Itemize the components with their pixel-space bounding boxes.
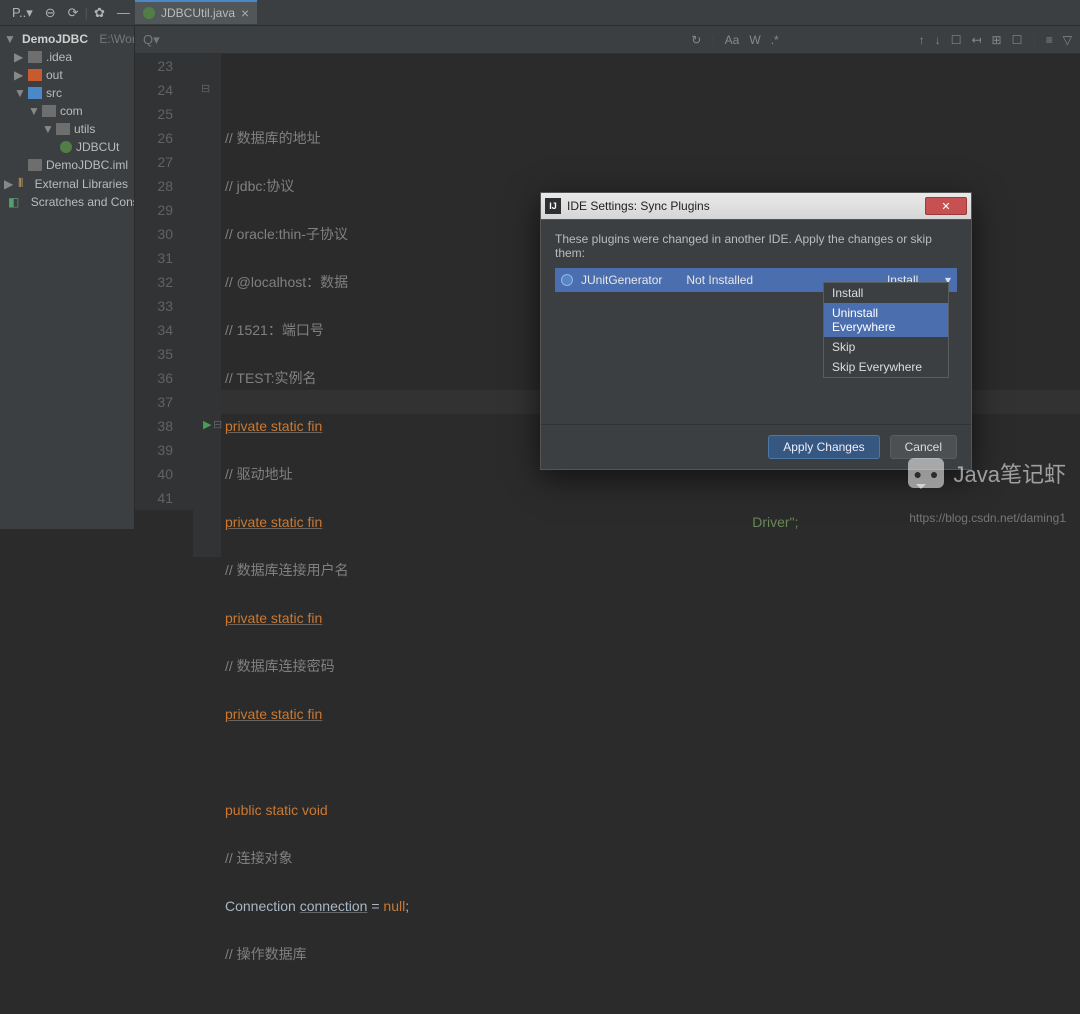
- tree-scratches[interactable]: ◧ Scratches and Cons: [0, 193, 134, 211]
- match-case-icon[interactable]: Aa: [725, 33, 740, 47]
- find-dropdown[interactable]: Q▾: [143, 32, 160, 48]
- fold-icon[interactable]: ⊟: [213, 418, 222, 431]
- add-selection-icon[interactable]: ↤: [971, 33, 981, 47]
- watermark: ● ● Java笔记虾: [908, 457, 1066, 489]
- select-all-icon[interactable]: ☐: [951, 33, 962, 47]
- history-icon[interactable]: ↻: [691, 33, 701, 47]
- wechat-icon: ● ●: [908, 458, 944, 488]
- plugin-name: JUnitGenerator: [581, 273, 662, 287]
- sync-plugins-dialog: IJ IDE Settings: Sync Plugins ✕ These pl…: [540, 192, 972, 470]
- tree-external-libraries[interactable]: ▶⦀ External Libraries: [0, 174, 134, 193]
- watermark-url: https://blog.csdn.net/daming1: [909, 511, 1066, 525]
- action-dropdown-menu: Install Uninstall Everywhere Skip Skip E…: [823, 282, 949, 378]
- dialog-titlebar[interactable]: IJ IDE Settings: Sync Plugins ✕: [541, 193, 971, 220]
- tree-utils[interactable]: ▼utils: [0, 120, 134, 138]
- editor-tab[interactable]: JDBCUtil.java ×: [135, 0, 257, 24]
- sync-icon[interactable]: ⟳: [68, 5, 79, 21]
- line-number-gutter: 232425 262728 293031 323334 353637 38394…: [135, 54, 193, 510]
- menu-skip[interactable]: Skip: [824, 337, 948, 357]
- filter-icon[interactable]: ▽: [1063, 33, 1072, 47]
- project-dropdown[interactable]: P..▾: [12, 5, 33, 21]
- prev-icon[interactable]: ↑: [919, 33, 925, 47]
- find-toolbar: Q▾ ↻ | Aa W .* ↑ ↓ ☐ ↤ ⊞ ☐ | ≡ ▽: [135, 26, 1080, 54]
- plugin-icon: [561, 274, 573, 286]
- gear-icon[interactable]: ✿: [94, 5, 105, 21]
- regex-icon[interactable]: .*: [771, 33, 779, 47]
- menu-install[interactable]: Install: [824, 283, 948, 303]
- menu-skip-everywhere[interactable]: Skip Everywhere: [824, 357, 948, 377]
- dialog-title: IDE Settings: Sync Plugins: [567, 199, 710, 213]
- intellij-logo-icon: IJ: [545, 198, 561, 214]
- cancel-button[interactable]: Cancel: [890, 435, 957, 459]
- gutter-background: [193, 54, 221, 557]
- java-icon: [143, 7, 155, 19]
- watermark-text: Java笔记虾: [954, 457, 1066, 489]
- tree-jdbcutil[interactable]: JDBCUt: [0, 138, 134, 156]
- dialog-close-button[interactable]: ✕: [925, 197, 967, 215]
- tree-idea[interactable]: ▶.idea: [0, 48, 134, 66]
- menu-icon[interactable]: —: [117, 5, 130, 20]
- editor-area: Q▾ ↻ | Aa W .* ↑ ↓ ☐ ↤ ⊞ ☐ | ≡ ▽ 232425 …: [135, 26, 1080, 529]
- project-root[interactable]: ▼ DemoJDBC E:\Wor: [0, 30, 134, 48]
- collapse-icon[interactable]: ⊖: [45, 5, 56, 21]
- tree-out[interactable]: ▶out: [0, 66, 134, 84]
- words-icon[interactable]: W: [749, 33, 760, 47]
- close-icon[interactable]: ×: [241, 5, 249, 21]
- project-sidebar: ▼ DemoJDBC E:\Wor ▶.idea ▶out ▼src ▼com …: [0, 26, 135, 529]
- next-icon[interactable]: ↓: [935, 33, 941, 47]
- tree-src[interactable]: ▼src: [0, 84, 134, 102]
- plugin-status: Not Installed: [686, 273, 753, 287]
- dialog-message: These plugins were changed in another ID…: [555, 232, 957, 260]
- tree-iml[interactable]: DemoJDBC.iml: [0, 156, 134, 174]
- run-gutter-icon[interactable]: ▶: [203, 418, 211, 431]
- tree-com[interactable]: ▼com: [0, 102, 134, 120]
- apply-changes-button[interactable]: Apply Changes: [768, 435, 879, 459]
- pin-icon[interactable]: ⊞: [992, 33, 1002, 47]
- fold-icon[interactable]: ⊟: [201, 82, 210, 95]
- tab-filename: JDBCUtil.java: [161, 6, 235, 20]
- more-icon[interactable]: ☐: [1012, 33, 1023, 47]
- menu-uninstall-everywhere[interactable]: Uninstall Everywhere: [824, 303, 948, 337]
- settings-icon[interactable]: ≡: [1046, 33, 1053, 47]
